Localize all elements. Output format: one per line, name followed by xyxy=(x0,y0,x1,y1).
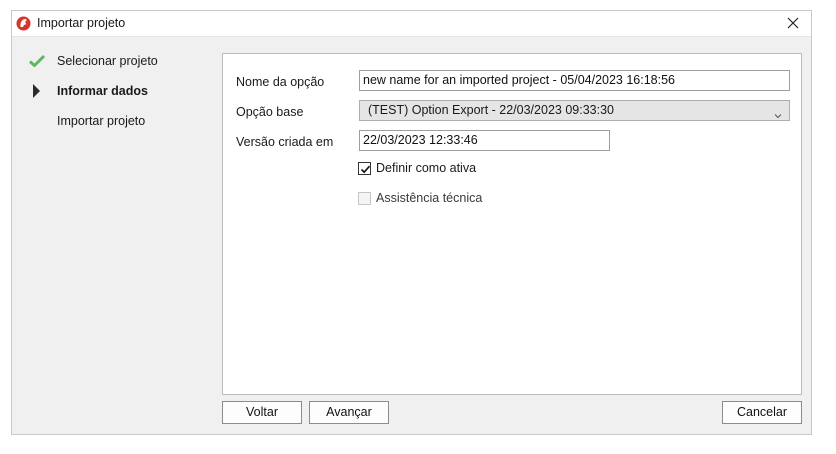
checkmark-icon xyxy=(360,165,371,174)
import-project-dialog: Importar projeto Selecionar projeto Info… xyxy=(11,10,812,435)
checkbox-box xyxy=(358,192,371,205)
option-name-input[interactable]: new name for an imported project - 05/04… xyxy=(359,70,790,91)
back-button[interactable]: Voltar xyxy=(222,401,302,424)
step-label: Informar dados xyxy=(57,84,148,98)
step-enter-data: Informar dados xyxy=(12,81,212,101)
set-active-label: Definir como ativa xyxy=(376,161,477,175)
created-at-label: Versão criada em xyxy=(236,135,334,149)
checkmark-icon xyxy=(28,53,46,69)
close-button[interactable] xyxy=(779,12,807,34)
title-bar: Importar projeto xyxy=(12,11,811,37)
step-label: Importar projeto xyxy=(57,114,146,128)
rhino-logo-icon xyxy=(16,16,31,31)
option-name-label: Nome da opção xyxy=(236,75,325,89)
step-select-project: Selecionar projeto xyxy=(12,51,212,71)
cancel-button[interactable]: Cancelar xyxy=(722,401,802,424)
form-panel: Nome da opção new name for an imported p… xyxy=(222,53,802,395)
step-label: Selecionar projeto xyxy=(57,54,158,68)
checkbox-box xyxy=(358,162,371,175)
base-option-value: (TEST) Option Export - 22/03/2023 09:33:… xyxy=(368,103,614,117)
created-at-input[interactable]: 22/03/2023 12:33:46 xyxy=(359,130,610,151)
triangle-right-icon xyxy=(28,83,46,99)
base-option-label: Opção base xyxy=(236,105,304,119)
chevron-down-icon xyxy=(774,107,782,119)
close-icon xyxy=(787,17,799,29)
window-title: Importar projeto xyxy=(37,16,126,30)
base-option-select[interactable]: (TEST) Option Export - 22/03/2023 09:33:… xyxy=(359,100,790,121)
step-import-project: Importar projeto xyxy=(12,111,212,131)
tech-support-label: Assistência técnica xyxy=(376,191,483,205)
next-button[interactable]: Avançar xyxy=(309,401,389,424)
